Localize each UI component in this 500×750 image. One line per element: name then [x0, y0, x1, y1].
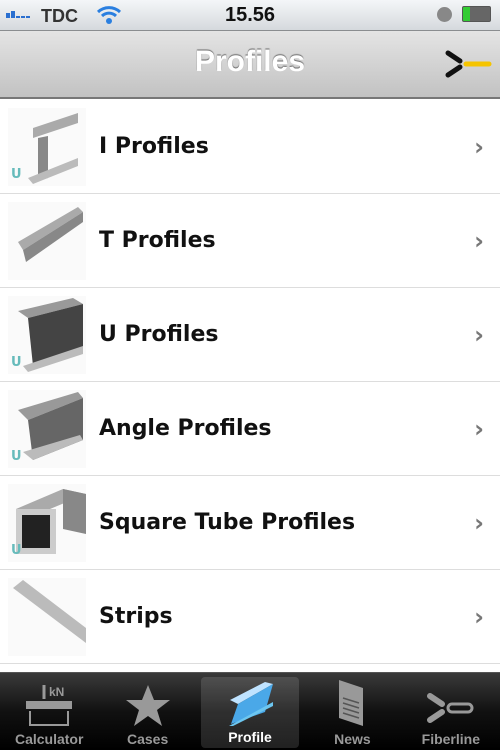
tab-label: Calculator [14, 731, 84, 747]
tab-label: Cases [126, 731, 169, 747]
star-icon [125, 685, 170, 726]
chevron-right-icon: › [474, 509, 484, 537]
tab-cases[interactable]: Cases [98, 673, 196, 750]
profile-icon [229, 682, 274, 726]
list-item-square-tube-profiles[interactable]: U Square Tube Profiles › [0, 476, 500, 570]
chevron-right-icon: › [474, 133, 484, 161]
list-item-label: I Profiles [99, 134, 209, 159]
list-item-label: Strips [99, 604, 173, 629]
list-item-angle-profiles[interactable]: U Angle Profiles › [0, 382, 500, 476]
svg-text:kN: kN [49, 685, 64, 699]
list-item-label: U Profiles [99, 322, 219, 347]
badge: U [11, 354, 22, 370]
beam-load-icon: kN [26, 685, 73, 726]
page-title: Profiles [194, 45, 306, 78]
strip-thumbnail [8, 577, 86, 656]
angle-profile-thumbnail: U [8, 389, 86, 468]
chevron-right-icon: › [474, 227, 484, 255]
tab-bar: kN Calculator Cases Profile News Fiberli… [0, 672, 500, 750]
square-tube-thumbnail: U [8, 483, 86, 562]
list-item-label: Square Tube Profiles [99, 510, 356, 535]
navigation-bar: Profiles [0, 31, 500, 99]
i-profile-thumbnail: U [8, 107, 86, 186]
tab-profile[interactable]: Profile [200, 677, 300, 748]
tab-label: News [334, 731, 371, 747]
chevron-right-icon: › [474, 415, 484, 443]
fiberline-icon [426, 693, 474, 723]
status-bar: TDC 15.56 [0, 0, 500, 31]
tab-label: Fiberline [421, 731, 480, 747]
list-item-label: T Profiles [99, 228, 216, 253]
alarm-icon [437, 7, 452, 22]
tab-fiberline[interactable]: Fiberline [402, 673, 500, 750]
list-item-strips[interactable]: Strips › [0, 570, 500, 664]
clock-time: 15.56 [224, 4, 276, 26]
list-item-u-profiles[interactable]: U U Profiles › [0, 288, 500, 382]
t-profile-thumbnail [8, 201, 86, 280]
tab-calculator[interactable]: kN Calculator [0, 673, 98, 750]
chevron-right-icon: › [474, 603, 484, 631]
news-icon [339, 680, 364, 726]
list-item-t-profiles[interactable]: T Profiles › [0, 194, 500, 288]
tab-news[interactable]: News [303, 673, 401, 750]
chevron-right-icon: › [474, 321, 484, 349]
fiberline-logo-icon[interactable] [444, 49, 494, 79]
badge: U [11, 448, 22, 464]
tab-label: Profile [228, 729, 272, 745]
battery-icon [462, 6, 491, 22]
profile-list: U I Profiles › T Profiles › U U Profiles… [0, 100, 500, 676]
badge: U [11, 542, 22, 558]
u-profile-thumbnail: U [8, 295, 86, 374]
list-item-i-profiles[interactable]: U I Profiles › [0, 100, 500, 194]
list-item-label: Angle Profiles [99, 416, 272, 441]
badge: U [11, 166, 22, 182]
